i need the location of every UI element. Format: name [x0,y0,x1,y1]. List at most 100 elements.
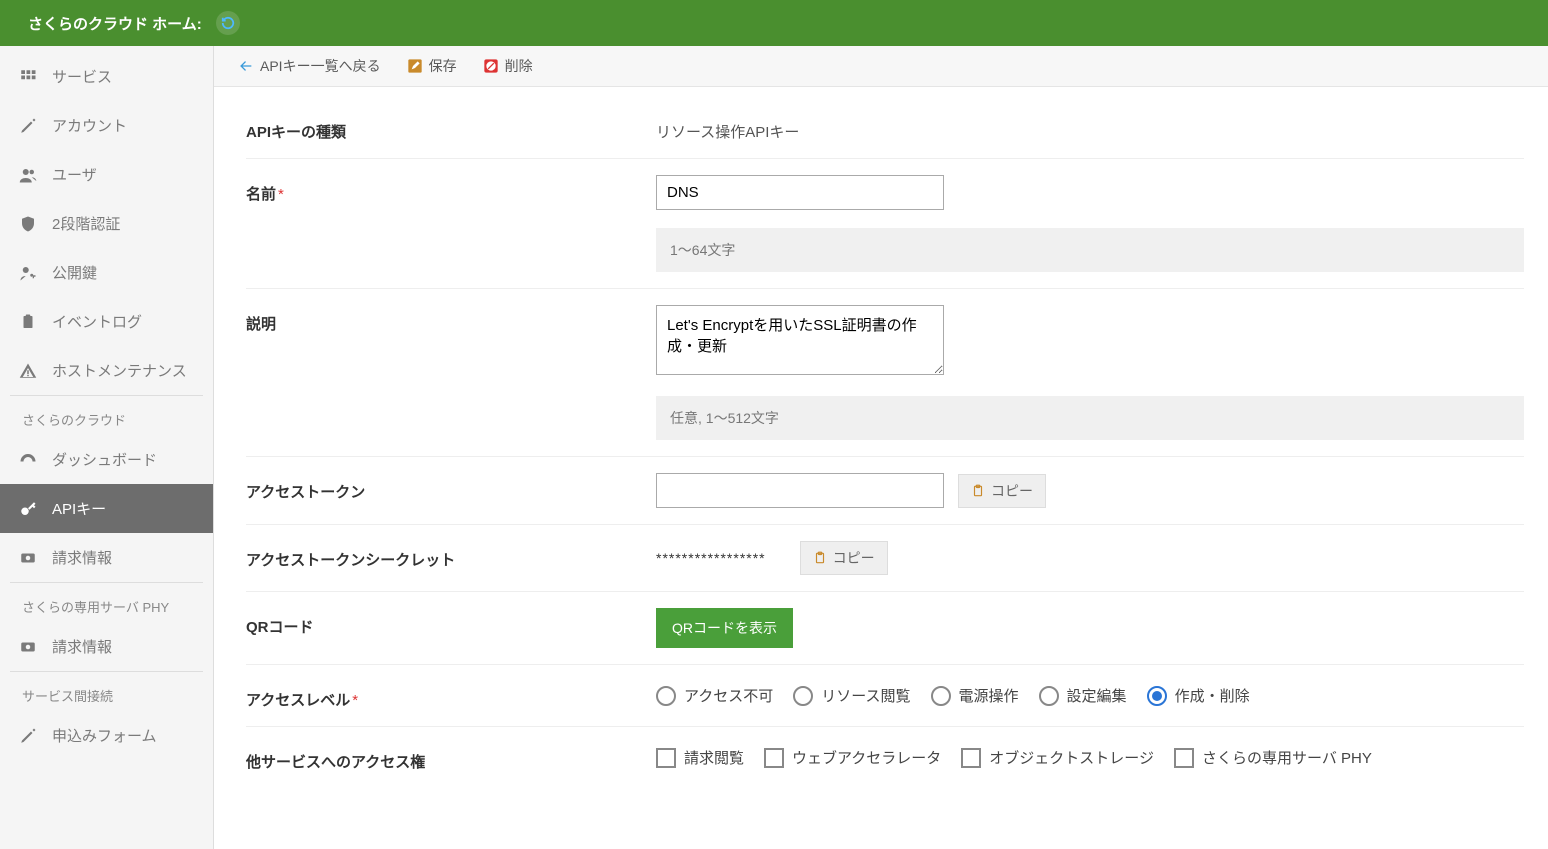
delete-label: 削除 [505,56,533,76]
refresh-button[interactable] [216,11,240,35]
copy-label: コピー [991,481,1033,501]
sidebar-item-label: ダッシュボード [52,449,157,470]
row-secret: アクセストークンシークレット ***************** コピー [246,525,1524,592]
sidebar-item-label: 申込みフォーム [52,725,157,746]
sidebar-item-dashboard[interactable]: ダッシュボード [0,435,213,484]
radio-label: 設定編集 [1067,685,1127,706]
sidebar-item-label: イベントログ [52,311,142,332]
sidebar-item-apply-form[interactable]: 申込みフォーム [0,711,213,760]
secret-mask: ***************** [656,550,766,566]
delete-icon [483,58,499,74]
row-qr: QRコード QRコードを表示 [246,592,1524,665]
checkbox-icon [961,748,981,768]
sidebar: サービスアカウントユーザ 2段階認証公開鍵イベントログホストメンテナンスさくらのク… [0,46,214,849]
label-apikey-type: APIキーの種類 [246,113,656,142]
input-name[interactable] [656,175,944,210]
radio-icon [656,686,676,706]
topbar: さくらのクラウド ホーム: [0,0,1548,46]
input-description[interactable]: Let's Encryptを用いたSSL証明書の作成・更新 [656,305,944,375]
checkbox-label: 請求閲覧 [684,747,744,768]
key-person-icon [18,264,38,282]
app-title: さくらのクラウド ホーム: [28,13,202,34]
sidebar-item-ssh-keys[interactable]: 公開鍵 [0,248,213,297]
users-icon [18,166,38,184]
radio-icon [1147,686,1167,706]
copy-token-button[interactable]: コピー [958,474,1046,508]
radio-access-level[interactable]: 作成・削除 [1147,685,1250,706]
sidebar-item-event-log[interactable]: イベントログ [0,297,213,346]
back-arrow-icon [238,58,254,74]
radio-icon [1039,686,1059,706]
checkbox-other-access[interactable]: 請求閲覧 [656,747,744,768]
value-apikey-type: リソース操作APIキー [656,113,1524,142]
th-icon [18,68,38,86]
sidebar-item-label: サービス [52,66,112,87]
row-name: 名前* 1〜64文字 [246,159,1524,289]
radio-access-level[interactable]: アクセス不可 [656,685,773,706]
radio-access-level[interactable]: 電源操作 [931,685,1019,706]
shield-icon [18,215,38,233]
label-access-level: アクセスレベル* [246,681,656,710]
bill-icon [18,549,38,567]
pen-icon [18,117,38,135]
save-button[interactable]: 保存 [407,56,457,76]
checkbox-other-access[interactable]: ウェブアクセラレータ [764,747,941,768]
radio-label: 電源操作 [959,685,1019,706]
sidebar-item-billing[interactable]: 請求情報 [0,533,213,582]
sidebar-item-2fa[interactable]: 2段階認証 [0,199,213,248]
sidebar-item-account[interactable]: アカウント [0,101,213,150]
clipboard-icon [18,313,38,331]
checkbox-icon [1174,748,1194,768]
sidebar-item-services[interactable]: サービス [0,52,213,101]
checkbox-icon [764,748,784,768]
sidebar-item-user[interactable]: ユーザ [0,150,213,199]
copy-secret-button[interactable]: コピー [800,541,888,575]
radio-icon [793,686,813,706]
sidebar-item-label: ユーザ [52,164,97,185]
label-token: アクセストークン [246,473,656,502]
toolbar: APIキー一覧へ戻る 保存 削除 [214,46,1548,87]
sidebar-item-billing-phy[interactable]: 請求情報 [0,622,213,671]
back-link[interactable]: APIキー一覧へ戻る [238,56,381,76]
row-apikey-type: APIキーの種類 リソース操作APIキー [246,97,1524,159]
row-token: アクセストークン コピー [246,457,1524,525]
radio-label: リソース閲覧 [821,685,910,706]
row-description: 説明 Let's Encryptを用いたSSL証明書の作成・更新 任意, 1〜5… [246,289,1524,457]
copy-secret-label: コピー [833,548,875,568]
hint-name: 1〜64文字 [656,228,1524,272]
radio-label: アクセス不可 [684,685,773,706]
sidebar-group-label: さくらのクラウド [10,395,203,435]
radio-label: 作成・削除 [1175,685,1250,706]
clipboard-icon [813,551,827,565]
checkbox-icon [656,748,676,768]
checkbox-other-access[interactable]: オブジェクトストレージ [961,747,1154,768]
input-token[interactable] [656,473,944,508]
row-other-access: 他サービスへのアクセス権 請求閲覧ウェブアクセラレータオブジェクトストレージ さく… [246,727,1524,788]
pen-icon [18,727,38,745]
label-other-access: 他サービスへのアクセス権 [246,743,656,772]
show-qr-button[interactable]: QRコードを表示 [656,608,793,648]
bill-icon [18,638,38,656]
radio-access-level[interactable]: リソース閲覧 [793,685,910,706]
label-qr: QRコード [246,608,656,637]
clipboard-icon [971,484,985,498]
delete-button[interactable]: 削除 [483,56,533,76]
sidebar-item-label: 2段階認証 [52,213,120,234]
sidebar-item-host-maint[interactable]: ホストメンテナンス [0,346,213,395]
row-access-level: アクセスレベル* アクセス不可 リソース閲覧 電源操作 設定編集 作成・削除 [246,665,1524,727]
sidebar-group-label: さくらの専用サーバ PHY [10,582,203,622]
hint-description: 任意, 1〜512文字 [656,396,1524,440]
refresh-icon [221,16,235,30]
key-icon [18,500,38,518]
save-label: 保存 [429,56,457,76]
sidebar-item-label: アカウント [52,115,127,136]
sidebar-item-api-key[interactable]: APIキー [0,484,213,533]
checkbox-other-access[interactable]: さくらの専用サーバ PHY [1174,747,1372,768]
sidebar-item-label: APIキー [52,498,106,519]
radio-icon [931,686,951,706]
back-label: APIキー一覧へ戻る [260,56,381,76]
gauge-icon [18,451,38,469]
radio-access-level[interactable]: 設定編集 [1039,685,1127,706]
checkbox-label: さくらの専用サーバ PHY [1202,747,1372,768]
warn-icon [18,362,38,380]
